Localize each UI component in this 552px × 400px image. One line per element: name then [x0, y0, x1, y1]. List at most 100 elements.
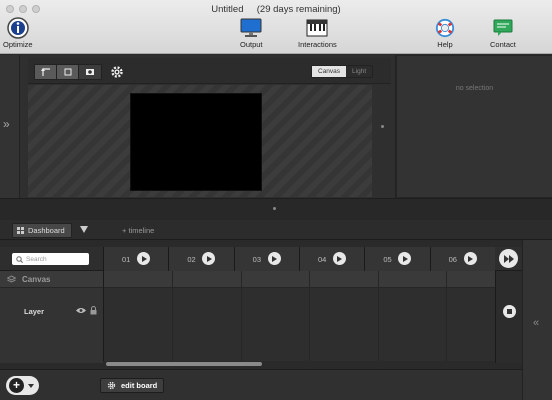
- grid-divider: [378, 271, 379, 363]
- panel-splitter[interactable]: [0, 198, 552, 220]
- edit-board-label: edit board: [121, 381, 158, 390]
- play-icon: [272, 255, 278, 262]
- frame-number: 05: [383, 255, 392, 264]
- stage-canvas-area[interactable]: [28, 85, 372, 197]
- frame-number: 04: [317, 255, 327, 264]
- help-label: Help: [437, 40, 453, 49]
- lifebuoy-icon: [434, 18, 456, 38]
- frame-cell: 06: [429, 247, 495, 271]
- light-option[interactable]: Light: [346, 66, 372, 77]
- canvas-preview[interactable]: [130, 93, 262, 191]
- crop-icon: [64, 68, 71, 76]
- optimize-label: Optimize: [3, 40, 33, 49]
- search-placeholder: Search: [26, 255, 47, 263]
- stage-panel: Canvas Light: [20, 55, 396, 198]
- frame-cell: 02: [168, 247, 234, 271]
- grid-icon: [17, 226, 24, 234]
- document-name: Untitled: [211, 4, 244, 15]
- output-label: Output: [240, 40, 263, 49]
- dashboard-tab-bar: Dashboard + timeline: [0, 220, 552, 240]
- play-icon: [141, 255, 147, 262]
- layer-list: Canvas Layer: [0, 271, 103, 363]
- crop-tool-button[interactable]: [57, 65, 79, 79]
- gear-icon[interactable]: [110, 65, 124, 79]
- interactions-button[interactable]: Interactions: [298, 18, 337, 49]
- play-icon: [468, 255, 474, 262]
- grid-divider: [309, 271, 310, 363]
- inspector-content: no selection: [396, 55, 552, 198]
- frame-cell: 04: [298, 247, 365, 271]
- lock-icon[interactable]: [90, 306, 97, 315]
- play-icon: [337, 255, 343, 262]
- canvas-light-toggle[interactable]: Canvas Light: [311, 65, 374, 78]
- timeline-header: Search 01 02 03 04 05 06: [0, 247, 522, 271]
- interactions-label: Interactions: [298, 40, 337, 49]
- canvas-option[interactable]: Canvas: [312, 66, 347, 77]
- grid-divider: [446, 271, 447, 363]
- edit-board-button[interactable]: edit board: [100, 378, 165, 393]
- double-chevron-right-icon: »: [3, 117, 10, 131]
- add-timeline-link[interactable]: + timeline: [122, 226, 154, 235]
- eye-icon[interactable]: [76, 307, 86, 314]
- play-frame-button[interactable]: [332, 252, 346, 265]
- gear-icon: [107, 381, 116, 390]
- plus-icon: +: [9, 378, 24, 393]
- timeline-controls-column: [495, 271, 522, 363]
- toolbar: Untitled (29 days remaining) Optimize Ou…: [0, 0, 552, 54]
- play-frame-button[interactable]: [202, 252, 216, 265]
- frame-number: 06: [448, 255, 457, 264]
- frame-cell: 03: [233, 247, 299, 271]
- scrollbar-thumb[interactable]: [106, 362, 262, 366]
- record-tool-button[interactable]: [79, 65, 101, 79]
- play-frame-button[interactable]: [463, 252, 477, 265]
- canvas-layer-label: Canvas: [22, 274, 51, 284]
- select-tool-button[interactable]: [35, 65, 57, 79]
- timeline-scrollbar[interactable]: [103, 361, 495, 367]
- contact-label: Contact: [490, 40, 516, 49]
- canvas-track: [104, 271, 496, 288]
- help-button[interactable]: Help: [434, 18, 456, 49]
- add-button[interactable]: +: [6, 376, 39, 395]
- frame-ruler: 01 02 03 04 05 06: [103, 247, 495, 271]
- dashboard-dropdown-icon[interactable]: [80, 226, 88, 233]
- search-icon: [16, 255, 23, 263]
- canvas-layer-row[interactable]: Canvas: [0, 271, 103, 288]
- frame-number: 01: [122, 255, 131, 264]
- double-chevron-left-icon: «: [533, 317, 540, 329]
- layer-row[interactable]: Layer: [0, 301, 103, 321]
- select-arrows-icon: [40, 68, 50, 76]
- frame-number: 02: [187, 255, 196, 264]
- grid-divider: [172, 271, 173, 363]
- play-frame-button[interactable]: [398, 252, 412, 265]
- output-button[interactable]: Output: [240, 18, 263, 49]
- left-panel-toggle[interactable]: »: [0, 55, 20, 198]
- frame-cell: 01: [103, 247, 169, 271]
- layer-name: Layer: [24, 306, 45, 316]
- play-frame-button[interactable]: [137, 252, 150, 265]
- tab-dashboard-label: Dashboard: [28, 226, 65, 235]
- fast-forward-icon: [503, 254, 514, 263]
- no-selection-text: no selection: [455, 85, 494, 92]
- tab-dashboard[interactable]: Dashboard: [12, 223, 72, 238]
- frame-cell: 05: [364, 247, 430, 271]
- trial-remaining: (29 days remaining): [256, 4, 341, 15]
- fast-forward-button[interactable]: [499, 249, 518, 268]
- chevron-down-icon: [28, 383, 34, 388]
- frame-number: 03: [252, 255, 261, 264]
- splitter-handle-dot[interactable]: [273, 207, 276, 210]
- timeline-grid[interactable]: [103, 271, 496, 363]
- right-panel-toggle[interactable]: «: [522, 240, 552, 400]
- monitor-icon: [240, 18, 262, 38]
- stop-button[interactable]: [503, 305, 516, 318]
- window-title: Untitled (29 days remaining): [0, 4, 552, 15]
- contact-button[interactable]: Contact: [490, 18, 516, 49]
- play-icon: [402, 255, 408, 262]
- play-frame-button[interactable]: [267, 252, 281, 265]
- search-input[interactable]: Search: [12, 253, 89, 265]
- optimize-button[interactable]: Optimize: [3, 17, 33, 49]
- piano-keys-icon: [306, 18, 328, 38]
- stage-toolbar: Canvas Light: [28, 58, 391, 84]
- play-icon: [206, 255, 212, 262]
- app-window: Untitled (29 days remaining) Optimize Ou…: [0, 0, 552, 400]
- resize-handle-dot[interactable]: [381, 125, 384, 128]
